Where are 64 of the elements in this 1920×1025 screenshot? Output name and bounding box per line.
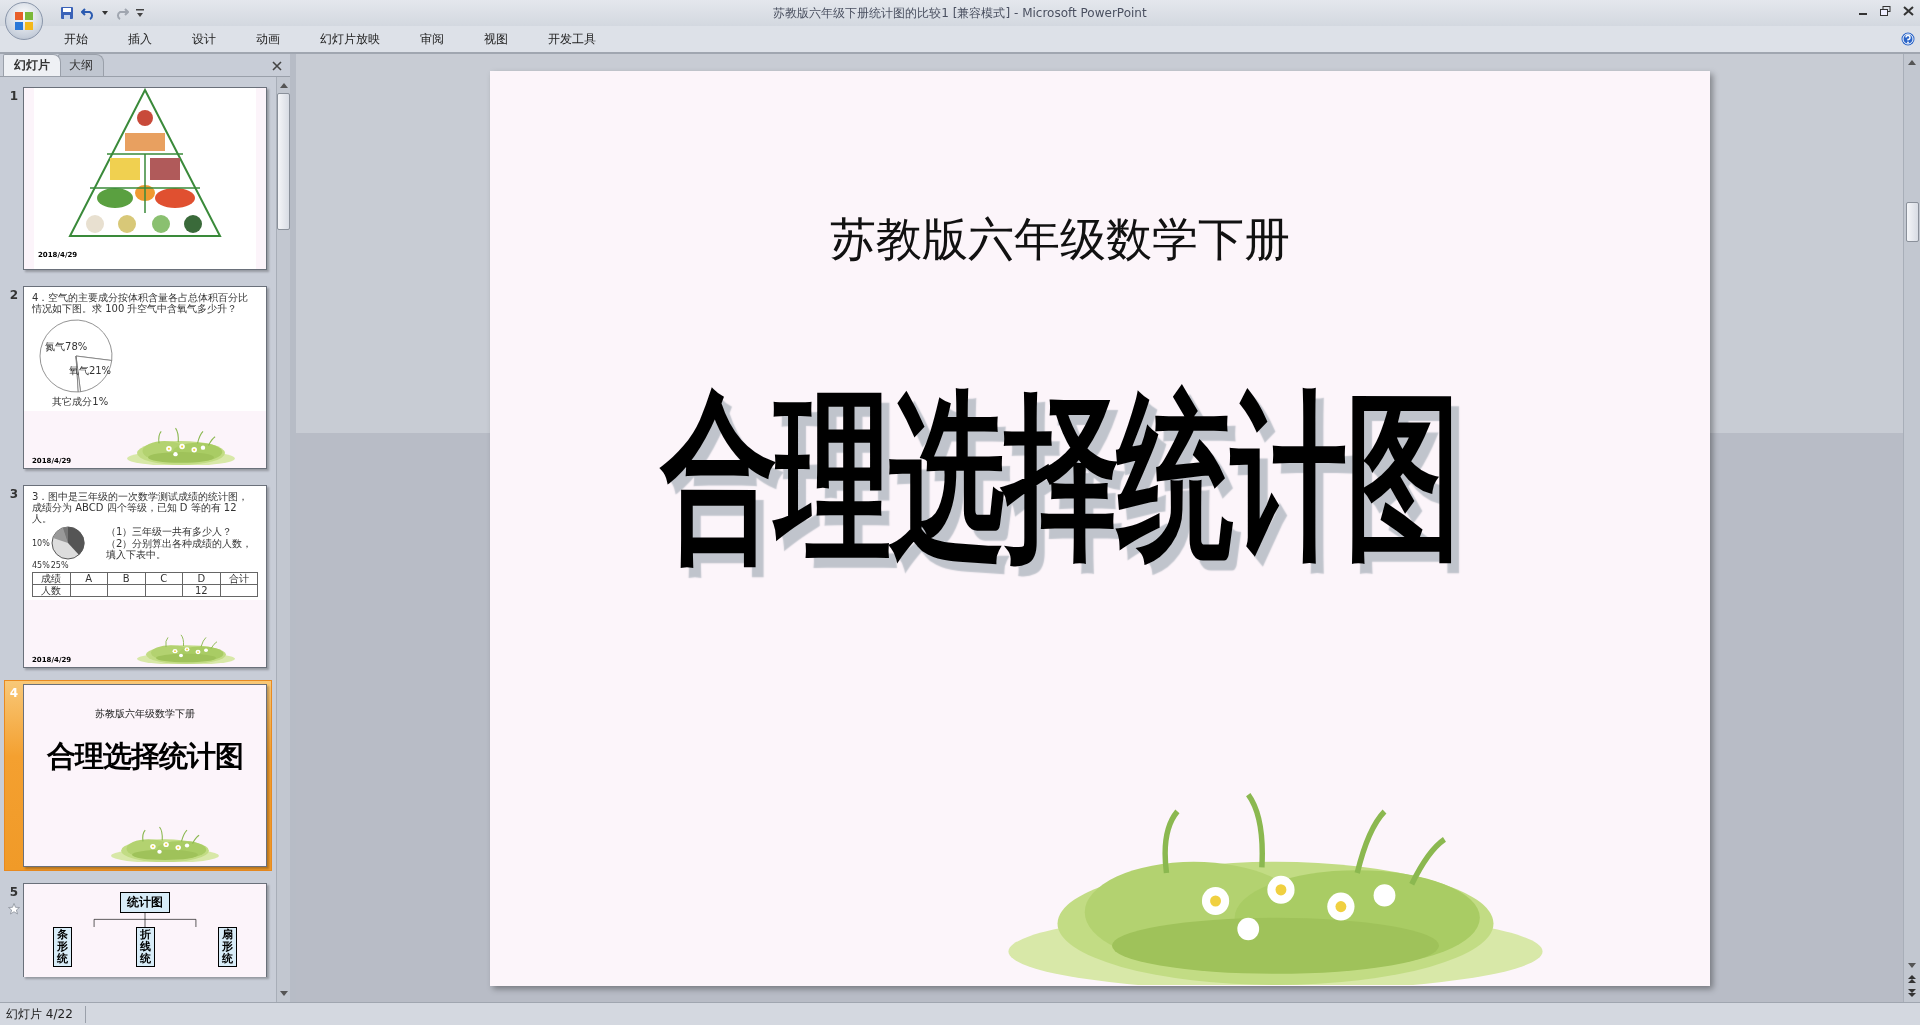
diagram-node: 条形统 — [53, 927, 72, 968]
table-cell: 人数 — [41, 585, 62, 596]
next-slide-icon[interactable] — [1907, 988, 1917, 998]
table-cell: C — [145, 572, 183, 585]
office-button[interactable] — [5, 2, 43, 40]
percent-label: 45% — [32, 561, 50, 570]
slide-indicator: 幻灯片 4/22 — [0, 1005, 86, 1023]
table-cell: A — [70, 572, 108, 585]
ribbon-tab[interactable]: 审阅 — [406, 27, 458, 51]
slide-number: 3 — [9, 487, 19, 501]
question-text: 3．图中是三年级的一次数学测试成绩的统计图，成绩分为 ABCD 四个等级，已知 D 等的有 12 人。 — [32, 491, 250, 524]
scroll-down-icon[interactable] — [278, 990, 289, 998]
ribbon-tab[interactable]: 视图 — [470, 27, 522, 51]
percent-label: 25% — [50, 561, 69, 570]
ribbon-tab[interactable]: 开发工具 — [534, 27, 610, 51]
close-icon[interactable] — [1903, 6, 1914, 16]
slide-subtitle: 苏教版六年级数学下册 — [829, 210, 1290, 268]
table-cell: B — [107, 572, 145, 585]
slide-title: 合理选择统计图 — [47, 738, 243, 775]
ribbon-tab[interactable]: 开始 — [50, 27, 102, 51]
data-label: 氧气21% — [68, 365, 112, 376]
table-cell: 合计 — [220, 572, 258, 585]
question-text: （2）分别算出各种成绩的人数，填入下表中。 — [106, 538, 254, 560]
slide-number: 5 — [9, 885, 19, 899]
data-label: 氮气78% — [45, 340, 88, 352]
scroll-down-icon[interactable] — [1907, 962, 1917, 970]
table-cell: 成绩 — [32, 572, 70, 585]
pie-chart-drawing — [50, 526, 85, 560]
diagram-node: 扇形统 — [218, 927, 237, 968]
slide-thumbnail[interactable]: 5 统计图 条形统 折线统 扇形统 — [4, 879, 272, 981]
slide-number: 4 — [9, 686, 19, 700]
help-icon[interactable] — [1901, 32, 1915, 46]
slide-number: 2 — [9, 288, 19, 302]
ribbon-tab[interactable]: 插入 — [114, 27, 166, 51]
save-icon[interactable] — [60, 6, 74, 20]
window-title: 苏教版六年级下册统计图的比较1 [兼容模式] - Microsoft PowerPoint — [773, 4, 1147, 22]
scroll-up-icon[interactable] — [278, 81, 289, 89]
logo — [13, 10, 35, 32]
question-text: （1）三年级一共有多少人？ — [106, 526, 234, 537]
panel-tab[interactable]: 大纲 — [58, 54, 104, 76]
slide-number: 1 — [9, 89, 19, 103]
data-label: 其它成分1% — [52, 395, 109, 407]
scrollbar-thumb[interactable] — [1905, 202, 1919, 242]
slide-subtitle: 苏教版六年级数学下册 — [95, 707, 195, 721]
table-cell: 12 — [194, 585, 208, 596]
slide-title: 合理选择统计图 — [660, 370, 1459, 583]
panel-tab[interactable]: 幻灯片 — [3, 54, 61, 76]
scroll-up-icon[interactable] — [1907, 58, 1917, 66]
diagram-node: 统计图 — [120, 892, 170, 913]
ribbon-tab[interactable]: 动画 — [242, 27, 294, 51]
percent-label: 10% — [32, 538, 50, 548]
undo-icon[interactable] — [81, 6, 95, 20]
table-cell: D — [182, 572, 220, 585]
ribbon-tab[interactable]: 幻灯片放映 — [306, 27, 394, 51]
customize-toolbar-icon[interactable] — [136, 9, 144, 17]
close-icon[interactable] — [272, 61, 282, 71]
slide-thumbnail[interactable]: 4 苏教版六年级数学下册 合理选择统计图 — [4, 680, 272, 871]
restore-icon[interactable] — [1880, 6, 1891, 16]
question-text: 4．空气的主要成分按体积含量各占总体积百分比情况如下图。求 100 升空气中含氧气多少升？ — [32, 292, 250, 314]
scrollbar-thumb[interactable] — [277, 93, 290, 230]
ribbon-tab[interactable]: 设计 — [178, 27, 230, 51]
caret-icon[interactable] — [102, 11, 108, 15]
previous-slide-icon[interactable] — [1907, 974, 1917, 984]
diagram-node: 折线统 — [135, 927, 155, 968]
